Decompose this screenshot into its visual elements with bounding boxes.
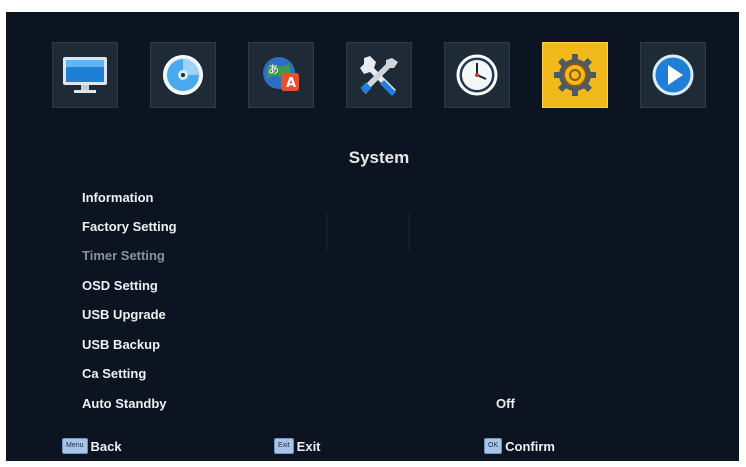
system-tile[interactable] — [542, 42, 608, 108]
footer-back[interactable]: Menu Back — [62, 437, 122, 455]
menu-item-osd-setting[interactable]: OSD Setting — [82, 274, 158, 298]
menu-item-information[interactable]: Information — [82, 186, 154, 210]
background-ghost — [326, 212, 410, 252]
menu-item-usb-upgrade[interactable]: USB Upgrade — [82, 303, 166, 327]
menu-key-icon: Menu — [62, 438, 88, 454]
menu-item-factory-setting[interactable]: Factory Setting — [82, 215, 177, 239]
auto-standby-value[interactable]: Off — [496, 396, 515, 411]
clock-icon — [455, 53, 499, 97]
play-icon — [651, 53, 695, 97]
language-icon: あ A — [259, 53, 303, 97]
footer-exit[interactable]: Exit Exit — [274, 437, 321, 455]
picture-tile[interactable] — [52, 42, 118, 108]
language-tile[interactable]: あ A — [248, 42, 314, 108]
menu-item-ca-setting[interactable]: Ca Setting — [82, 362, 146, 386]
footer-confirm-label: Confirm — [505, 438, 555, 454]
system-gear-icon — [550, 50, 600, 100]
menu-item-usb-backup[interactable]: USB Backup — [82, 333, 160, 357]
disc-tile[interactable] — [150, 42, 216, 108]
footer-exit-label: Exit — [296, 438, 321, 454]
tools-icon — [356, 52, 402, 98]
category-toolbar: あ A — [52, 42, 712, 108]
menu-item-auto-standby[interactable]: Auto Standby — [82, 392, 167, 416]
footer-confirm[interactable]: OK Confirm — [484, 437, 555, 455]
clock-tile[interactable] — [444, 42, 510, 108]
disc-icon — [161, 53, 205, 97]
picture-icon — [61, 55, 109, 95]
exit-key-icon: Exit — [274, 438, 294, 454]
tv-screen: あ A System Information Factory Setting T… — [6, 12, 739, 461]
tools-tile[interactable] — [346, 42, 412, 108]
ok-key-icon: OK — [484, 438, 503, 454]
footer-back-label: Back — [90, 438, 122, 454]
menu-item-timer-setting[interactable]: Timer Setting — [82, 244, 165, 268]
svg-text:あ: あ — [268, 63, 279, 76]
page-title: System — [348, 148, 410, 167]
svg-text:A: A — [286, 76, 296, 91]
play-tile[interactable] — [640, 42, 706, 108]
